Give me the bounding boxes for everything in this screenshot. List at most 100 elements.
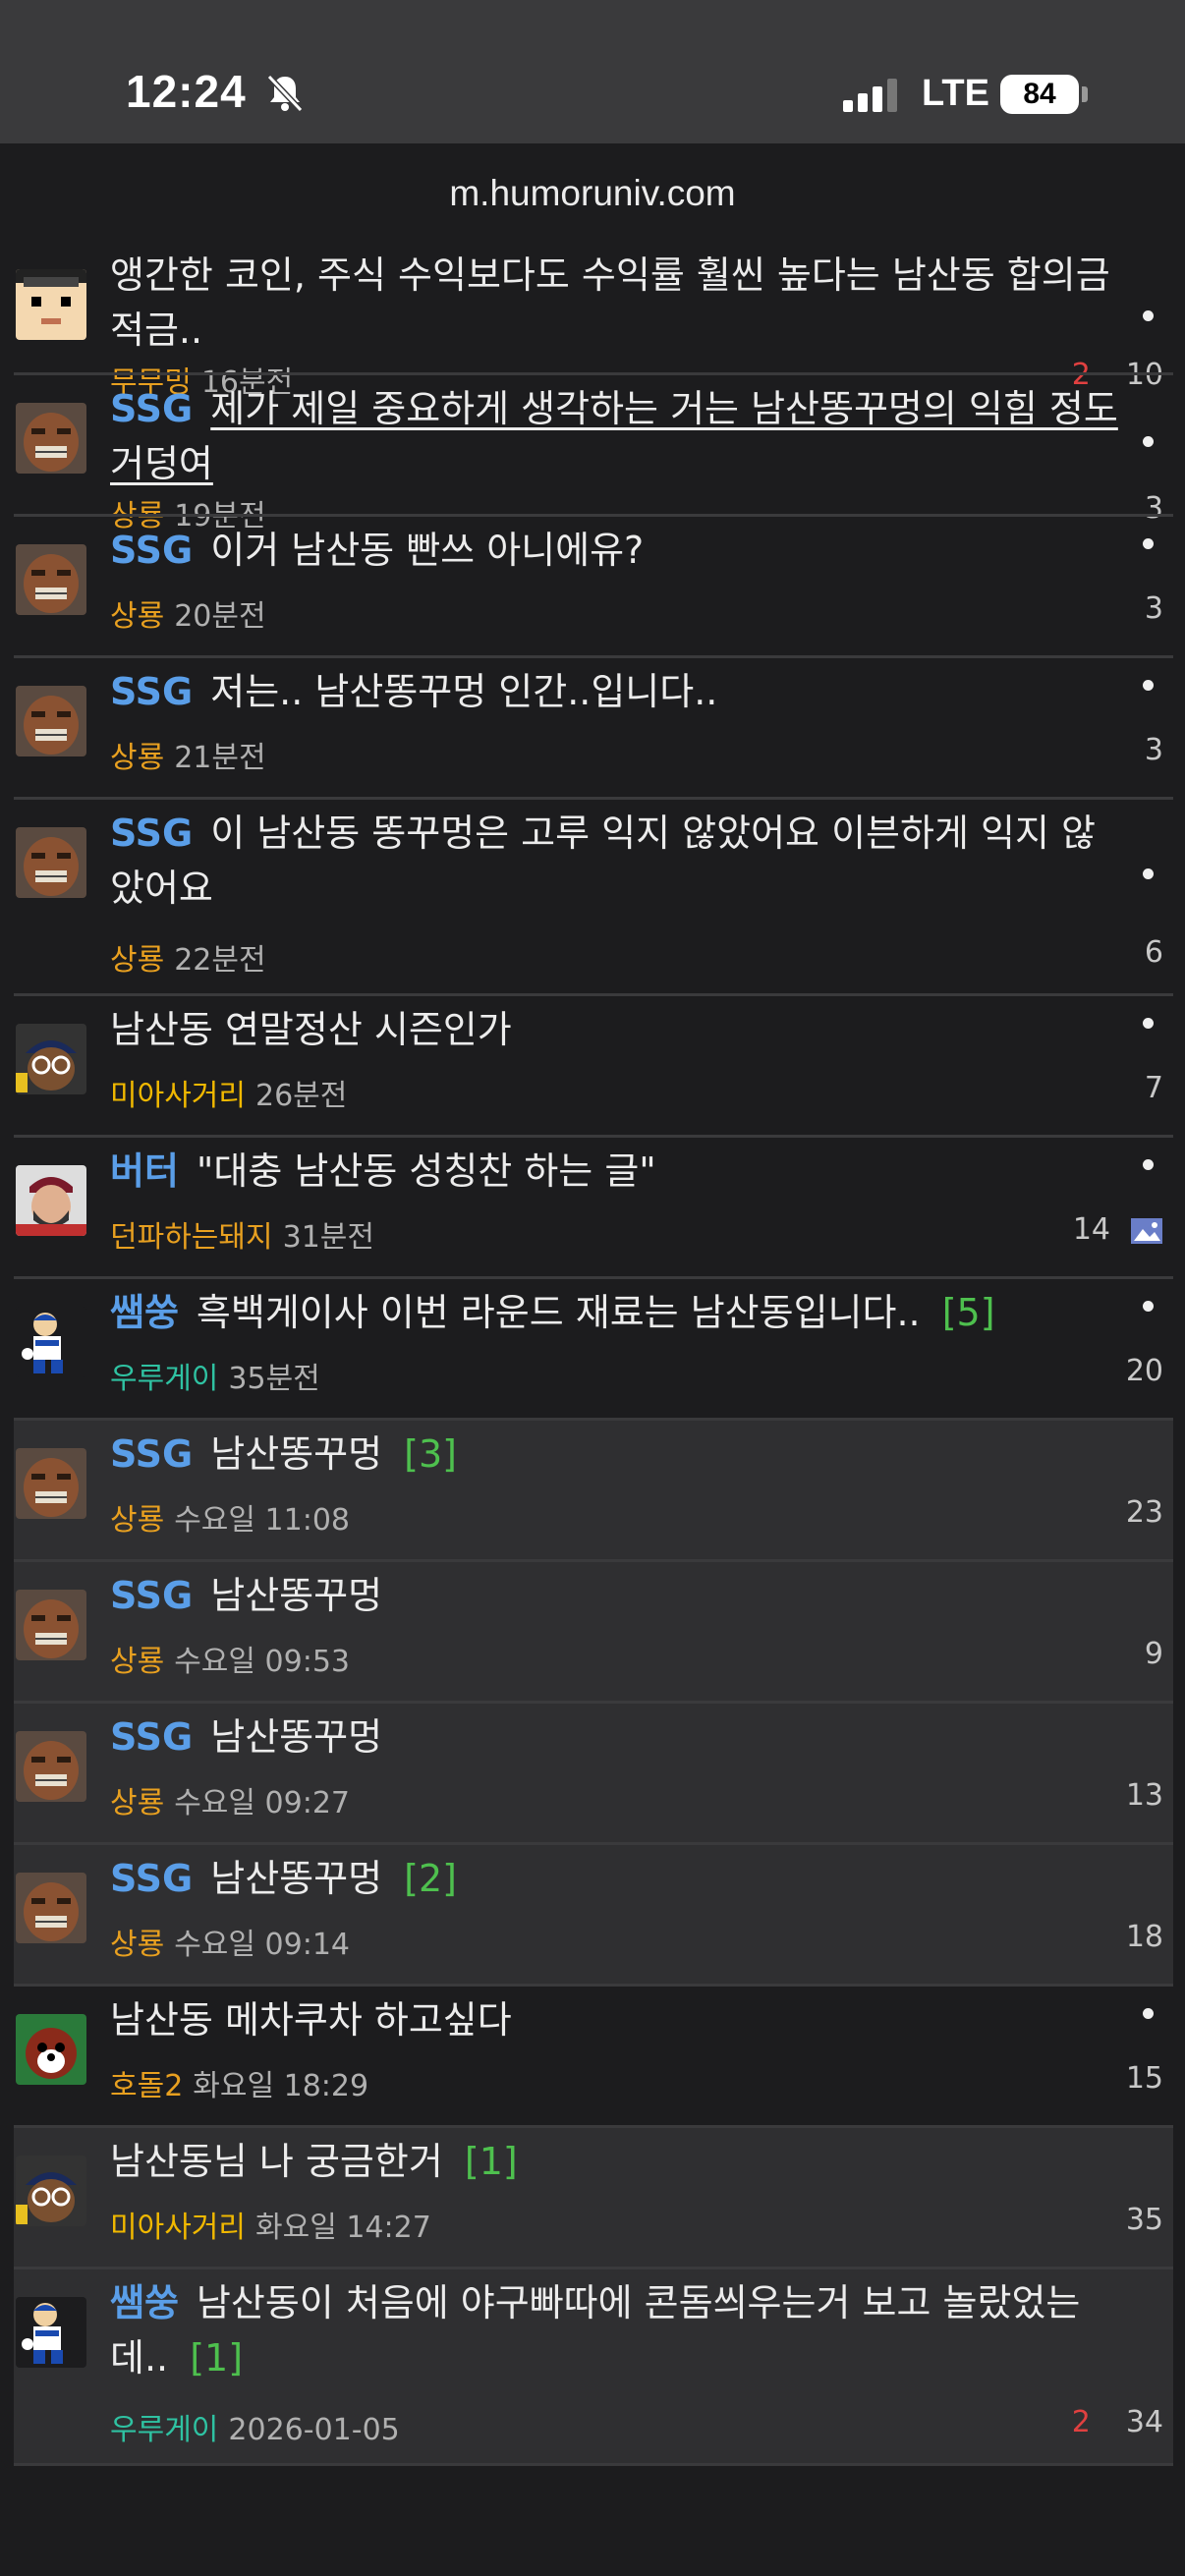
post-row[interactable]: 남산동 메차쿠차 하고싶다 호돌2 화요일 18:29 15 [14, 1987, 1173, 2128]
post-row[interactable]: 쌤쑹 흑백게이사 이번 라운드 재료는 남산동입니다.. [5] 우루게이 35분전 2… [14, 1279, 1173, 1421]
author-name[interactable]: 상룡 [110, 1786, 164, 1820]
view-count: 34 [1125, 2405, 1163, 2439]
new-post-dot-icon [1143, 1159, 1154, 1170]
post-row[interactable]: 앵간한 코인, 주식 수익보다도 수익률 훨씬 높다는 남산동 합의금 적금..… [14, 242, 1173, 400]
bearded-man-avatar [16, 1165, 86, 1236]
post-row[interactable]: 버터 "대충 남산동 성칭찬 하는 글" 던파하는돼지 31분전 14 [14, 1138, 1173, 1279]
view-count: 13 [1125, 1778, 1163, 1813]
post-title-text[interactable]: 남산똥꾸멍 [210, 1574, 382, 1617]
post-row[interactable]: SSG 남산똥꾸멍상룡 수요일 09:27 13 [14, 1704, 1173, 1845]
author-name[interactable]: 상룡 [110, 741, 164, 775]
post-time: 26분전 [255, 1079, 348, 1113]
post-time: 수요일 09:53 [174, 1645, 350, 1679]
post-title[interactable]: SSG 남산똥꾸멍 [110, 1709, 1118, 1764]
post-category-tag: SSG [110, 670, 194, 713]
new-post-dot-icon [1143, 868, 1154, 879]
new-post-dot-icon [1143, 680, 1154, 691]
comment-count: [3] [392, 1432, 457, 1476]
comment-count: [5] [930, 1291, 995, 1334]
post-title-text[interactable]: 남산동 연말정산 시즌인가 [110, 1008, 512, 1051]
post-title[interactable]: 쌤쑹 남산동이 처음에 야구빠따에 콘돔씌우는거 보고 놀랐었는데.. [1] [110, 2275, 1118, 2385]
post-row[interactable]: SSG 남산똥꾸멍상룡 수요일 09:53 9 [14, 1562, 1173, 1704]
post-title-text[interactable]: 제가 제일 중요하게 생각하는 거는 남산똥꾸멍의 익힘 정도거덩여 [110, 387, 1118, 485]
post-title[interactable]: 남산동 메차쿠차 하고싶다 [110, 1992, 1118, 2047]
post-title[interactable]: SSG 제가 제일 중요하게 생각하는 거는 남산똥꾸멍의 익힘 정도거덩여 [110, 381, 1118, 491]
author-name[interactable]: 미아사거리 [110, 2211, 246, 2245]
bell-muted-icon [266, 74, 304, 113]
author-name[interactable]: 상룡 [110, 1503, 164, 1538]
author-name[interactable]: 상룡 [110, 943, 164, 978]
post-title-text[interactable]: "대충 남산동 성칭찬 하는 글" [197, 1149, 656, 1193]
view-count-area: 3 [1145, 733, 1163, 767]
post-title[interactable]: 남산동님 나 궁금한거 [1] [110, 2134, 1118, 2189]
view-count-area: 9 [1145, 1637, 1163, 1671]
author-name[interactable]: 상룡 [110, 1645, 164, 1679]
post-title-text[interactable]: 이거 남산동 빤쓰 아니에유? [210, 529, 644, 572]
post-title-text[interactable]: 남산똥꾸멍 [210, 1715, 382, 1759]
post-row[interactable]: SSG 제가 제일 중요하게 생각하는 거는 남산똥꾸멍의 익힘 정도거덩여 상룡 1… [14, 375, 1173, 533]
post-time: 35분전 [228, 1362, 320, 1396]
post-row[interactable]: 남산동 연말정산 시즌인가미아사거리 26분전 7 [14, 996, 1173, 1138]
post-category-tag: SSG [110, 1857, 194, 1900]
post-title[interactable]: SSG 저는.. 남산똥꾸멍 인간..입니다.. [110, 664, 1118, 719]
post-title-text[interactable]: 남산동이 처음에 야구빠따에 콘돔씌우는거 보고 놀랐었는데.. [110, 2281, 1080, 2380]
brown-face-avatar [16, 544, 86, 615]
post-title-text[interactable]: 남산똥꾸멍 [210, 1432, 382, 1476]
post-title[interactable]: SSG 남산똥꾸멍 [110, 1568, 1118, 1623]
post-title[interactable]: SSG 남산똥꾸멍 [2] [110, 1851, 1118, 1906]
post-title[interactable]: SSG 이 남산동 똥꾸멍은 고루 익지 않았어요 이븐하게 익지 않았어요 [110, 806, 1118, 916]
author-name[interactable]: 상룡 [110, 599, 164, 634]
view-count-area: 7 [1145, 1071, 1163, 1105]
post-title-text[interactable]: 앵간한 코인, 주식 수익보다도 수익률 훨씬 높다는 남산동 합의금 적금.. [110, 253, 1110, 352]
status-bar: 12:24 LTE 84 m.humoruniv.com [0, 0, 1185, 213]
post-time: 수요일 09:14 [174, 1928, 350, 1962]
post-row[interactable]: SSG 이 남산동 똥꾸멍은 고루 익지 않았어요 이븐하게 익지 않았어요 상룡 2… [14, 800, 1173, 996]
author-name[interactable]: 상룡 [110, 1928, 164, 1962]
post-title-text[interactable]: 남산동 메차쿠차 하고싶다 [110, 1998, 512, 2042]
author-name[interactable]: 호돌2 [110, 2069, 183, 2103]
post-title-text[interactable]: 이 남산동 똥꾸멍은 고루 익지 않았어요 이븐하게 익지 않았어요 [110, 812, 1096, 910]
clock: 12:24 [126, 66, 247, 117]
brown-face-avatar [16, 1590, 86, 1660]
author-name[interactable]: 우루게이 [110, 1362, 218, 1396]
post-row[interactable]: 남산동님 나 궁금한거 [1] 미아사거리 화요일 14:27 35 [14, 2128, 1173, 2269]
post-row[interactable]: SSG 남산똥꾸멍 [3] 상룡 수요일 11:08 23 [14, 1421, 1173, 1562]
post-title-text[interactable]: 흑백게이사 이번 라운드 재료는 남산동입니다.. [197, 1291, 921, 1334]
author-name[interactable]: 던파하는돼지 [110, 1220, 273, 1255]
post-title[interactable]: 남산동 연말정산 시즌인가 [110, 1002, 1118, 1057]
post-meta: 호돌2 화요일 18:29 [110, 2061, 368, 2104]
post-title[interactable]: SSG 이거 남산동 빤쓰 아니에유? [110, 523, 1118, 578]
post-title[interactable]: 쌤쑹 흑백게이사 이번 라운드 재료는 남산동입니다.. [5] [110, 1285, 1118, 1340]
baseball-player-avatar [16, 2297, 86, 2368]
view-count-area: 20 [1126, 1354, 1163, 1388]
post-title[interactable]: 버터 "대충 남산동 성칭찬 하는 글" [110, 1144, 1118, 1199]
new-post-dot-icon [1143, 2008, 1154, 2019]
brown-face-avatar [16, 686, 86, 756]
post-row[interactable]: 쌤쑹 남산동이 처음에 야구빠따에 콘돔씌우는거 보고 놀랐었는데.. [1] 우루… [14, 2269, 1173, 2466]
view-count: 3 [1144, 733, 1163, 767]
post-title-text[interactable]: 남산똥꾸멍 [210, 1857, 382, 1900]
post-title-text[interactable]: 저는.. 남산똥꾸멍 인간..입니다.. [210, 670, 717, 713]
post-row[interactable]: SSG 이거 남산동 빤쓰 아니에유? 상룡 20분전 3 [14, 517, 1173, 658]
post-time: 수요일 09:27 [174, 1786, 350, 1820]
post-title[interactable]: 앵간한 코인, 주식 수익보다도 수익률 훨씬 높다는 남산동 합의금 적금.. [110, 248, 1118, 358]
pixel-face-avatar [16, 269, 86, 340]
post-time: 화요일 18:29 [193, 2069, 369, 2103]
url-bar[interactable]: m.humoruniv.com [0, 173, 1185, 214]
post-category-tag: 쌤쑹 [110, 1291, 179, 1334]
view-count: 9 [1144, 1637, 1163, 1671]
post-category-tag: SSG [110, 529, 194, 572]
post-title[interactable]: SSG 남산똥꾸멍 [3] [110, 1427, 1118, 1482]
post-row[interactable]: SSG 저는.. 남산똥꾸멍 인간..입니다.. 상룡 21분전 3 [14, 658, 1173, 800]
post-row[interactable]: SSG 남산똥꾸멍 [2] 상룡 수요일 09:14 18 [14, 1845, 1173, 1987]
battery-icon: 84 [1000, 75, 1079, 114]
view-count-area: 18 [1126, 1920, 1163, 1954]
author-name[interactable]: 미아사거리 [110, 1079, 246, 1113]
new-post-dot-icon [1143, 436, 1154, 447]
author-name[interactable]: 우루게이 [110, 2413, 218, 2447]
post-category-tag: SSG [110, 1432, 194, 1476]
brown-face-avatar [16, 403, 86, 474]
view-count: 35 [1125, 2203, 1163, 2237]
post-title-text[interactable]: 남산동님 나 궁금한거 [110, 2140, 443, 2183]
baseball-player-avatar [16, 1307, 86, 1377]
